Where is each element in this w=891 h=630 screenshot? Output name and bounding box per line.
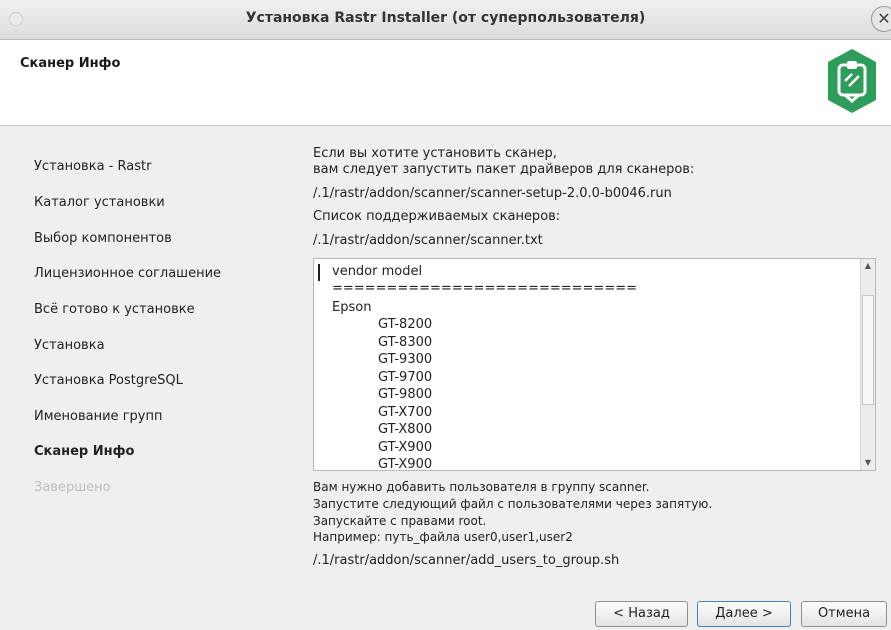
- model-item: GT-8300: [378, 335, 433, 350]
- installer-box-icon: [828, 49, 876, 113]
- close-icon: ✕: [877, 9, 891, 28]
- step-item-pending: Завершено: [34, 480, 111, 495]
- window-title: Установка Rastr Installer (от суперпольз…: [245, 10, 646, 26]
- back-button[interactable]: < Назад: [595, 601, 688, 627]
- model-item: GT-8200: [378, 317, 433, 332]
- driver-path: /.1/rastr/addon/scanner/scanner-setup-2.…: [313, 186, 672, 201]
- model-item: GT-X900: [378, 440, 433, 455]
- model-item: GT-X800: [378, 422, 433, 437]
- intro-text: вам следует запустить пакет драйверов дл…: [313, 162, 695, 177]
- step-item: Установка - Rastr: [34, 159, 152, 174]
- next-button[interactable]: Далее >: [697, 601, 791, 627]
- scroll-down-icon[interactable]: ▼: [861, 456, 875, 470]
- vendor-name: Epson: [332, 300, 372, 315]
- list-path: /.1/rastr/addon/scanner/scanner.txt: [313, 233, 543, 248]
- model-item: GT-X700: [378, 405, 433, 420]
- model-item: GT-X900: [378, 457, 433, 471]
- intro-text: Если вы хотите установить сканер,: [313, 146, 557, 161]
- step-item: Выбор компонентов: [34, 231, 172, 246]
- close-button[interactable]: ✕: [871, 6, 891, 32]
- group-note: Например: путь_файла user0,user1,user2: [313, 530, 573, 544]
- page-title: Сканер Инфо: [20, 56, 121, 71]
- list-scrollbar[interactable]: ▲ ▼: [860, 259, 875, 470]
- text-cursor: [318, 264, 320, 281]
- step-item: Установка PostgreSQL: [34, 373, 183, 388]
- step-item: Всё готово к установке: [34, 302, 195, 317]
- scroll-thumb[interactable]: [862, 295, 874, 405]
- script-path: /.1/rastr/addon/scanner/add_users_to_gro…: [313, 553, 620, 568]
- group-note: Запускайте с правами root.: [313, 514, 487, 528]
- list-separator: ============================: [332, 281, 637, 296]
- model-item: GT-9300: [378, 352, 433, 367]
- scanner-list[interactable]: vendor model ===========================…: [313, 258, 876, 471]
- group-note: Запустите следующий файл с пользователям…: [313, 497, 713, 511]
- page-header: Сканер Инфо: [0, 40, 891, 126]
- step-item: Каталог установки: [34, 195, 165, 210]
- step-item-current: Сканер Инфо: [34, 444, 135, 459]
- scroll-up-icon[interactable]: ▲: [861, 259, 875, 273]
- model-item: GT-9800: [378, 387, 433, 402]
- model-item: GT-9700: [378, 370, 433, 385]
- step-item: Именование групп: [34, 409, 163, 424]
- title-bar: Установка Rastr Installer (от суперпольз…: [0, 0, 891, 40]
- step-item: Лицензионное соглашение: [34, 266, 222, 281]
- step-item: Установка: [34, 338, 105, 353]
- list-header: vendor model: [332, 264, 423, 279]
- cancel-button[interactable]: Отмена: [801, 601, 887, 627]
- supported-label: Список поддерживаемых сканеров:: [313, 209, 561, 224]
- group-note: Вам нужно добавить пользователя в группу…: [313, 480, 650, 494]
